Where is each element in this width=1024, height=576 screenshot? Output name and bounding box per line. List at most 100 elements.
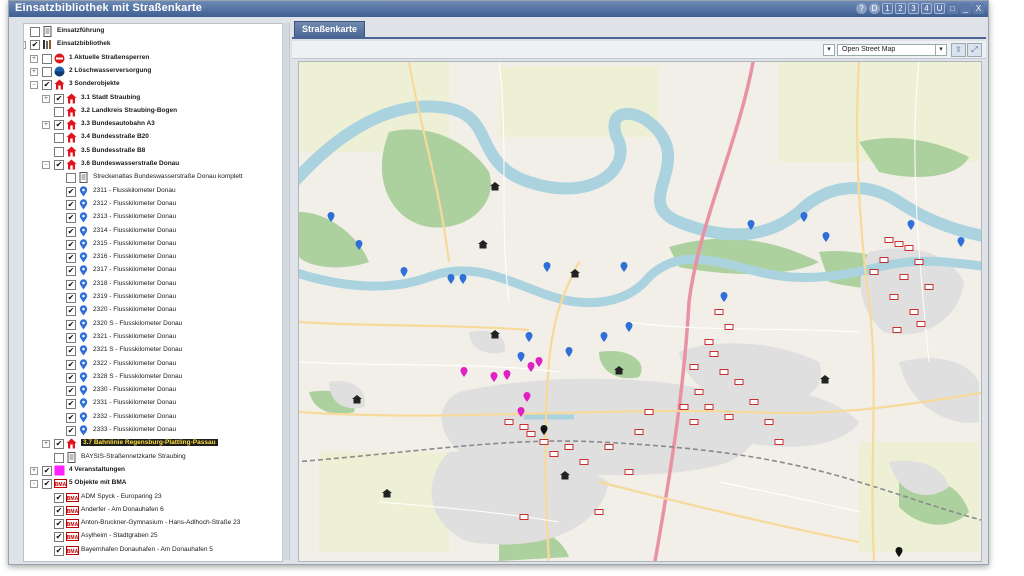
collapse-icon[interactable]: - (24, 41, 26, 50)
tree-item-checkbox[interactable]: ✔ (66, 332, 76, 343)
expand-icon[interactable]: + (30, 54, 38, 63)
tree-item[interactable]: ✔ 2322 - Flusskilometer Donau (24, 358, 282, 371)
tree-item[interactable]: ✔ BMA Asylheim - Stadtgraben 25 (24, 530, 282, 543)
tree-item-checkbox[interactable]: ✔ (66, 213, 76, 224)
tree-item[interactable]: ✔ 2330 - Flusskilometer Donau (24, 384, 282, 397)
tree-item-checkbox[interactable]: ✔ (66, 319, 76, 330)
tree-item-checkbox[interactable] (54, 146, 64, 157)
tree-item[interactable]: 3.4 Bundesstraße B20 (24, 131, 282, 144)
tree-item[interactable]: Streckenatlas Bundeswasserstraße Donau k… (24, 171, 282, 184)
expand-icon[interactable]: + (30, 466, 38, 475)
tree-item-checkbox[interactable]: ✔ (66, 226, 76, 237)
maximize-button[interactable]: □ (947, 3, 958, 14)
tree-item-checkbox[interactable]: ✔ (42, 80, 52, 91)
tree-item-checkbox[interactable]: ✔ (30, 40, 40, 51)
tree-item-checkbox[interactable]: ✔ (66, 199, 76, 210)
expand-icon[interactable]: + (42, 121, 50, 130)
tree-item[interactable]: ✔ 2320 - Flusskilometer Donau (24, 304, 282, 317)
tree-item-checkbox[interactable]: ✔ (66, 186, 76, 197)
layout-4-button[interactable]: 4 (921, 3, 932, 14)
d-button[interactable]: D (869, 3, 880, 14)
tree-item-checkbox[interactable]: ✔ (66, 399, 76, 410)
fullscreen-icon[interactable]: ⤢ (967, 43, 982, 57)
minimize-button[interactable]: _ (960, 3, 971, 14)
tree-item[interactable]: ✔ 2333 - Flusskilometer Donau (24, 424, 282, 437)
tree-item-checkbox[interactable] (54, 452, 64, 463)
tree-item-checkbox[interactable]: ✔ (66, 412, 76, 423)
tree-item-checkbox[interactable] (42, 66, 52, 77)
tree-item[interactable]: ✔ 2328 S - Flusskilometer Donau (24, 371, 282, 384)
tree-item[interactable]: ✔ BMA Bayernhafen Donauhafen - Am Donauhaf… (24, 544, 282, 557)
tree-item-checkbox[interactable]: ✔ (54, 519, 64, 530)
tree-item-checkbox[interactable]: ✔ (66, 239, 76, 250)
tree-item-checkbox[interactable]: ✔ (66, 426, 76, 436)
tree-item[interactable]: ✔ 2320 S - Flusskilometer Donau (24, 318, 282, 331)
tree-item-checkbox[interactable]: ✔ (54, 492, 64, 503)
expand-icon[interactable]: + (42, 94, 50, 103)
tree-item[interactable]: ✔ 2314 - Flusskilometer Donau (24, 225, 282, 238)
layout-1-button[interactable]: 1 (882, 3, 893, 14)
tree-item-checkbox[interactable]: ✔ (54, 93, 64, 104)
layout-3-button[interactable]: 3 (908, 3, 919, 14)
tree-item[interactable]: 3.5 Bundesstraße B8 (24, 145, 282, 158)
tree-item-checkbox[interactable]: ✔ (66, 372, 76, 383)
close-button[interactable]: X (973, 3, 984, 14)
tree-item[interactable]: + ✔ 3.3 Bundesautobahn A3 (24, 118, 282, 131)
tree-item[interactable]: +1 Aktuelle Straßensperren (24, 52, 282, 65)
tree-item[interactable]: ✔ 2331 - Flusskilometer Donau (24, 397, 282, 410)
tree-item[interactable]: + ✔ 4 Veranstaltungen (24, 464, 282, 477)
street-map[interactable] (298, 61, 982, 562)
collapse-icon[interactable]: - (30, 480, 38, 489)
tree-item[interactable]: +2 Löschwasserversorgung (24, 65, 282, 78)
collapse-icon[interactable]: - (42, 161, 50, 169)
tree-item-checkbox[interactable]: ✔ (54, 545, 64, 556)
tree-item[interactable]: ✔ 2315 - Flusskilometer Donau (24, 238, 282, 251)
tree-item[interactable]: ✔ BMA Anderfer - Am Donauhafen 6 (24, 504, 282, 517)
tree-item-checkbox[interactable]: ✔ (66, 359, 76, 370)
map-canvas[interactable] (299, 62, 981, 561)
basemap-select[interactable]: Open Street Map (837, 44, 941, 56)
tree-item[interactable]: BAYSIS-Straßennetzkarte Straubing (24, 451, 282, 464)
tree-item[interactable]: ✔ 2312 - Flusskilometer Donau (24, 198, 282, 211)
tree-item[interactable]: + ✔ 3.7 Bahnlinie Regensburg-Plattling-Pas… (24, 437, 282, 450)
tree-item-checkbox[interactable]: ✔ (66, 293, 76, 303)
tree-item-checkbox[interactable]: ✔ (42, 465, 52, 476)
tree-item-checkbox[interactable]: ✔ (54, 160, 64, 170)
tree-item[interactable]: ✔ BMA ADM Spyck - Europaring 23 (24, 491, 282, 504)
tree-item-checkbox[interactable]: ✔ (54, 120, 64, 131)
tree-item[interactable]: - ✔ 3 Sonderobjekte (24, 78, 282, 91)
u-button[interactable]: U (934, 3, 945, 14)
tree-item-checkbox[interactable]: ✔ (66, 346, 76, 357)
tree-item-checkbox[interactable]: ✔ (42, 479, 52, 490)
tree-item-checkbox[interactable]: ✔ (66, 279, 76, 290)
tree-item[interactable]: + ✔ 3.1 Stadt Straubing (24, 92, 282, 105)
tree-item[interactable]: ✔ 2313 - Flusskilometer Donau (24, 211, 282, 224)
tree-item[interactable]: ✔ BMA Anton-Bruckner-Gymnasium - Hans-Adlh… (24, 517, 282, 530)
tree-item-checkbox[interactable] (66, 173, 76, 184)
tree-item-checkbox[interactable]: ✔ (66, 253, 76, 264)
tree-item[interactable]: ✔ 2316 - Flusskilometer Donau (24, 251, 282, 264)
tree-item-checkbox[interactable]: ✔ (66, 386, 76, 397)
tree-item[interactable]: ✔ 2332 - Flusskilometer Donau (24, 411, 282, 424)
basemap-dropdown-arrow-icon[interactable]: ▾ (935, 44, 947, 56)
export-icon[interactable]: ⇪ (951, 43, 966, 57)
tree-item[interactable]: -✔ Einsatzbibliothek (24, 38, 282, 51)
tree-item[interactable]: ✔ 2321 - Flusskilometer Donau (24, 331, 282, 344)
tree-item[interactable]: ✔ 2317 - Flusskilometer Donau (24, 264, 282, 277)
tree-item[interactable]: ✔ 2321 S - Flusskilometer Donau (24, 344, 282, 357)
expand-icon[interactable]: + (30, 67, 38, 76)
tree-item[interactable]: ✔ 2319 - Flusskilometer Donau (24, 291, 282, 304)
tree-item-checkbox[interactable] (42, 53, 52, 64)
tree-item[interactable]: ✔ 2311 - Flusskilometer Donau (24, 185, 282, 198)
tree-item[interactable]: - ✔ 3.6 Bundeswasserstraße Donau (24, 158, 282, 171)
tree-item-checkbox[interactable] (54, 106, 64, 117)
collapse-icon[interactable]: - (30, 81, 38, 90)
layout-2-button[interactable]: 2 (895, 3, 906, 14)
tree-item-checkbox[interactable]: ✔ (66, 266, 76, 277)
tree-item[interactable]: ✔ 2318 - Flusskilometer Donau (24, 278, 282, 291)
layer-dropdown-arrow-icon[interactable]: ▾ (823, 44, 835, 56)
tree-item-checkbox[interactable] (54, 133, 64, 144)
help-button[interactable]: ? (856, 3, 867, 14)
tree-item-checkbox[interactable] (30, 27, 40, 37)
expand-icon[interactable]: + (42, 440, 50, 449)
